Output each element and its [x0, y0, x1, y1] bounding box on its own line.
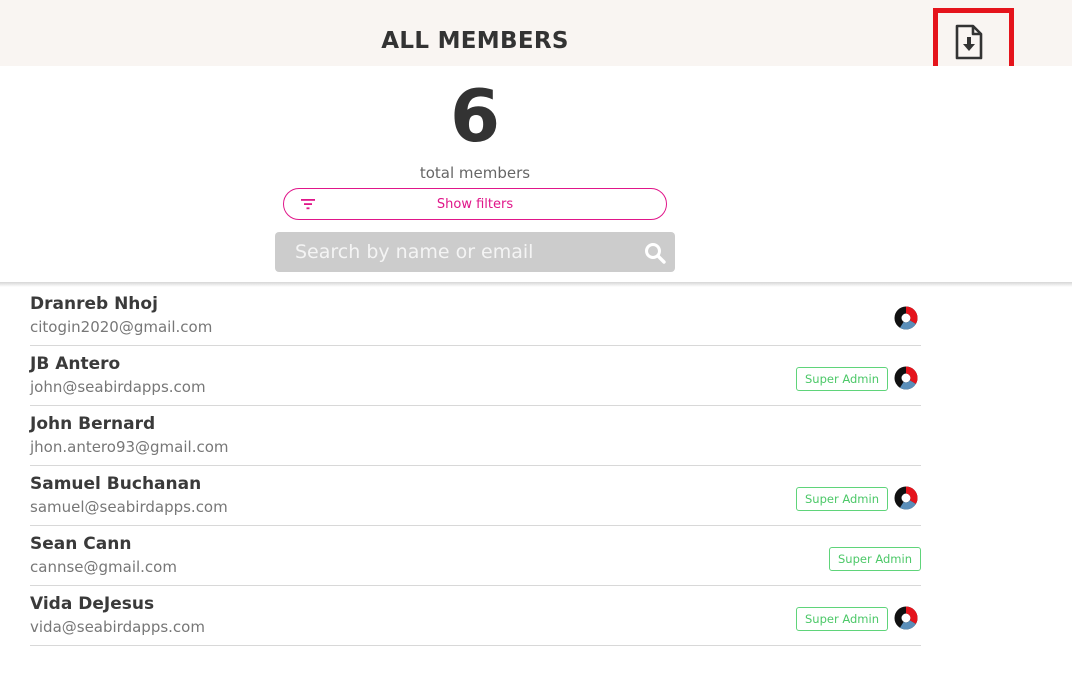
member-list: Dranreb Nhoj citogin2020@gmail.com JB An… [30, 286, 921, 646]
member-name: Dranreb Nhoj [30, 294, 158, 314]
show-filters-button[interactable]: Show filters [283, 188, 667, 220]
show-filters-label: Show filters [436, 196, 514, 212]
member-count: 6 [449, 74, 501, 158]
member-email: cannse@gmail.com [30, 558, 177, 576]
member-name: Vida DeJesus [30, 594, 155, 614]
member-email: jhon.antero93@gmail.com [30, 438, 229, 456]
member-email: samuel@seabirdapps.com [30, 498, 228, 516]
member-row[interactable]: John Bernard jhon.antero93@gmail.com [30, 406, 921, 466]
member-email: vida@seabirdapps.com [30, 618, 205, 636]
page-title: ALL MEMBERS [381, 28, 569, 54]
member-name: John Bernard [30, 414, 156, 434]
member-row[interactable]: Samuel Buchanan samuel@seabirdapps.com S… [30, 466, 921, 526]
member-name: Samuel Buchanan [30, 474, 202, 494]
role-badge: Super Admin [829, 547, 921, 571]
member-count-caption: total members [419, 164, 531, 182]
member-email: citogin2020@gmail.com [30, 318, 213, 336]
search-icon[interactable] [644, 242, 666, 264]
role-badge: Super Admin [796, 367, 888, 391]
member-row[interactable]: Vida DeJesus vida@seabirdapps.com Super … [30, 586, 921, 646]
member-name: JB Antero [30, 354, 121, 374]
member-row[interactable]: Sean Cann cannse@gmail.com Super Admin [30, 526, 921, 586]
member-row[interactable]: Dranreb Nhoj citogin2020@gmail.com [30, 286, 921, 346]
search-bar [275, 232, 675, 272]
member-name: Sean Cann [30, 534, 132, 554]
status-ring-icon [894, 306, 918, 330]
status-ring-icon [894, 366, 918, 390]
file-download-icon [955, 24, 983, 60]
member-email: john@seabirdapps.com [30, 378, 206, 396]
filter-icon [301, 199, 315, 210]
status-ring-icon [894, 606, 918, 630]
member-row[interactable]: JB Antero john@seabirdapps.com Super Adm… [30, 346, 921, 406]
export-button[interactable] [949, 22, 989, 62]
role-badge: Super Admin [796, 487, 888, 511]
search-input[interactable] [275, 232, 635, 272]
status-ring-icon [894, 486, 918, 510]
role-badge: Super Admin [796, 607, 888, 631]
